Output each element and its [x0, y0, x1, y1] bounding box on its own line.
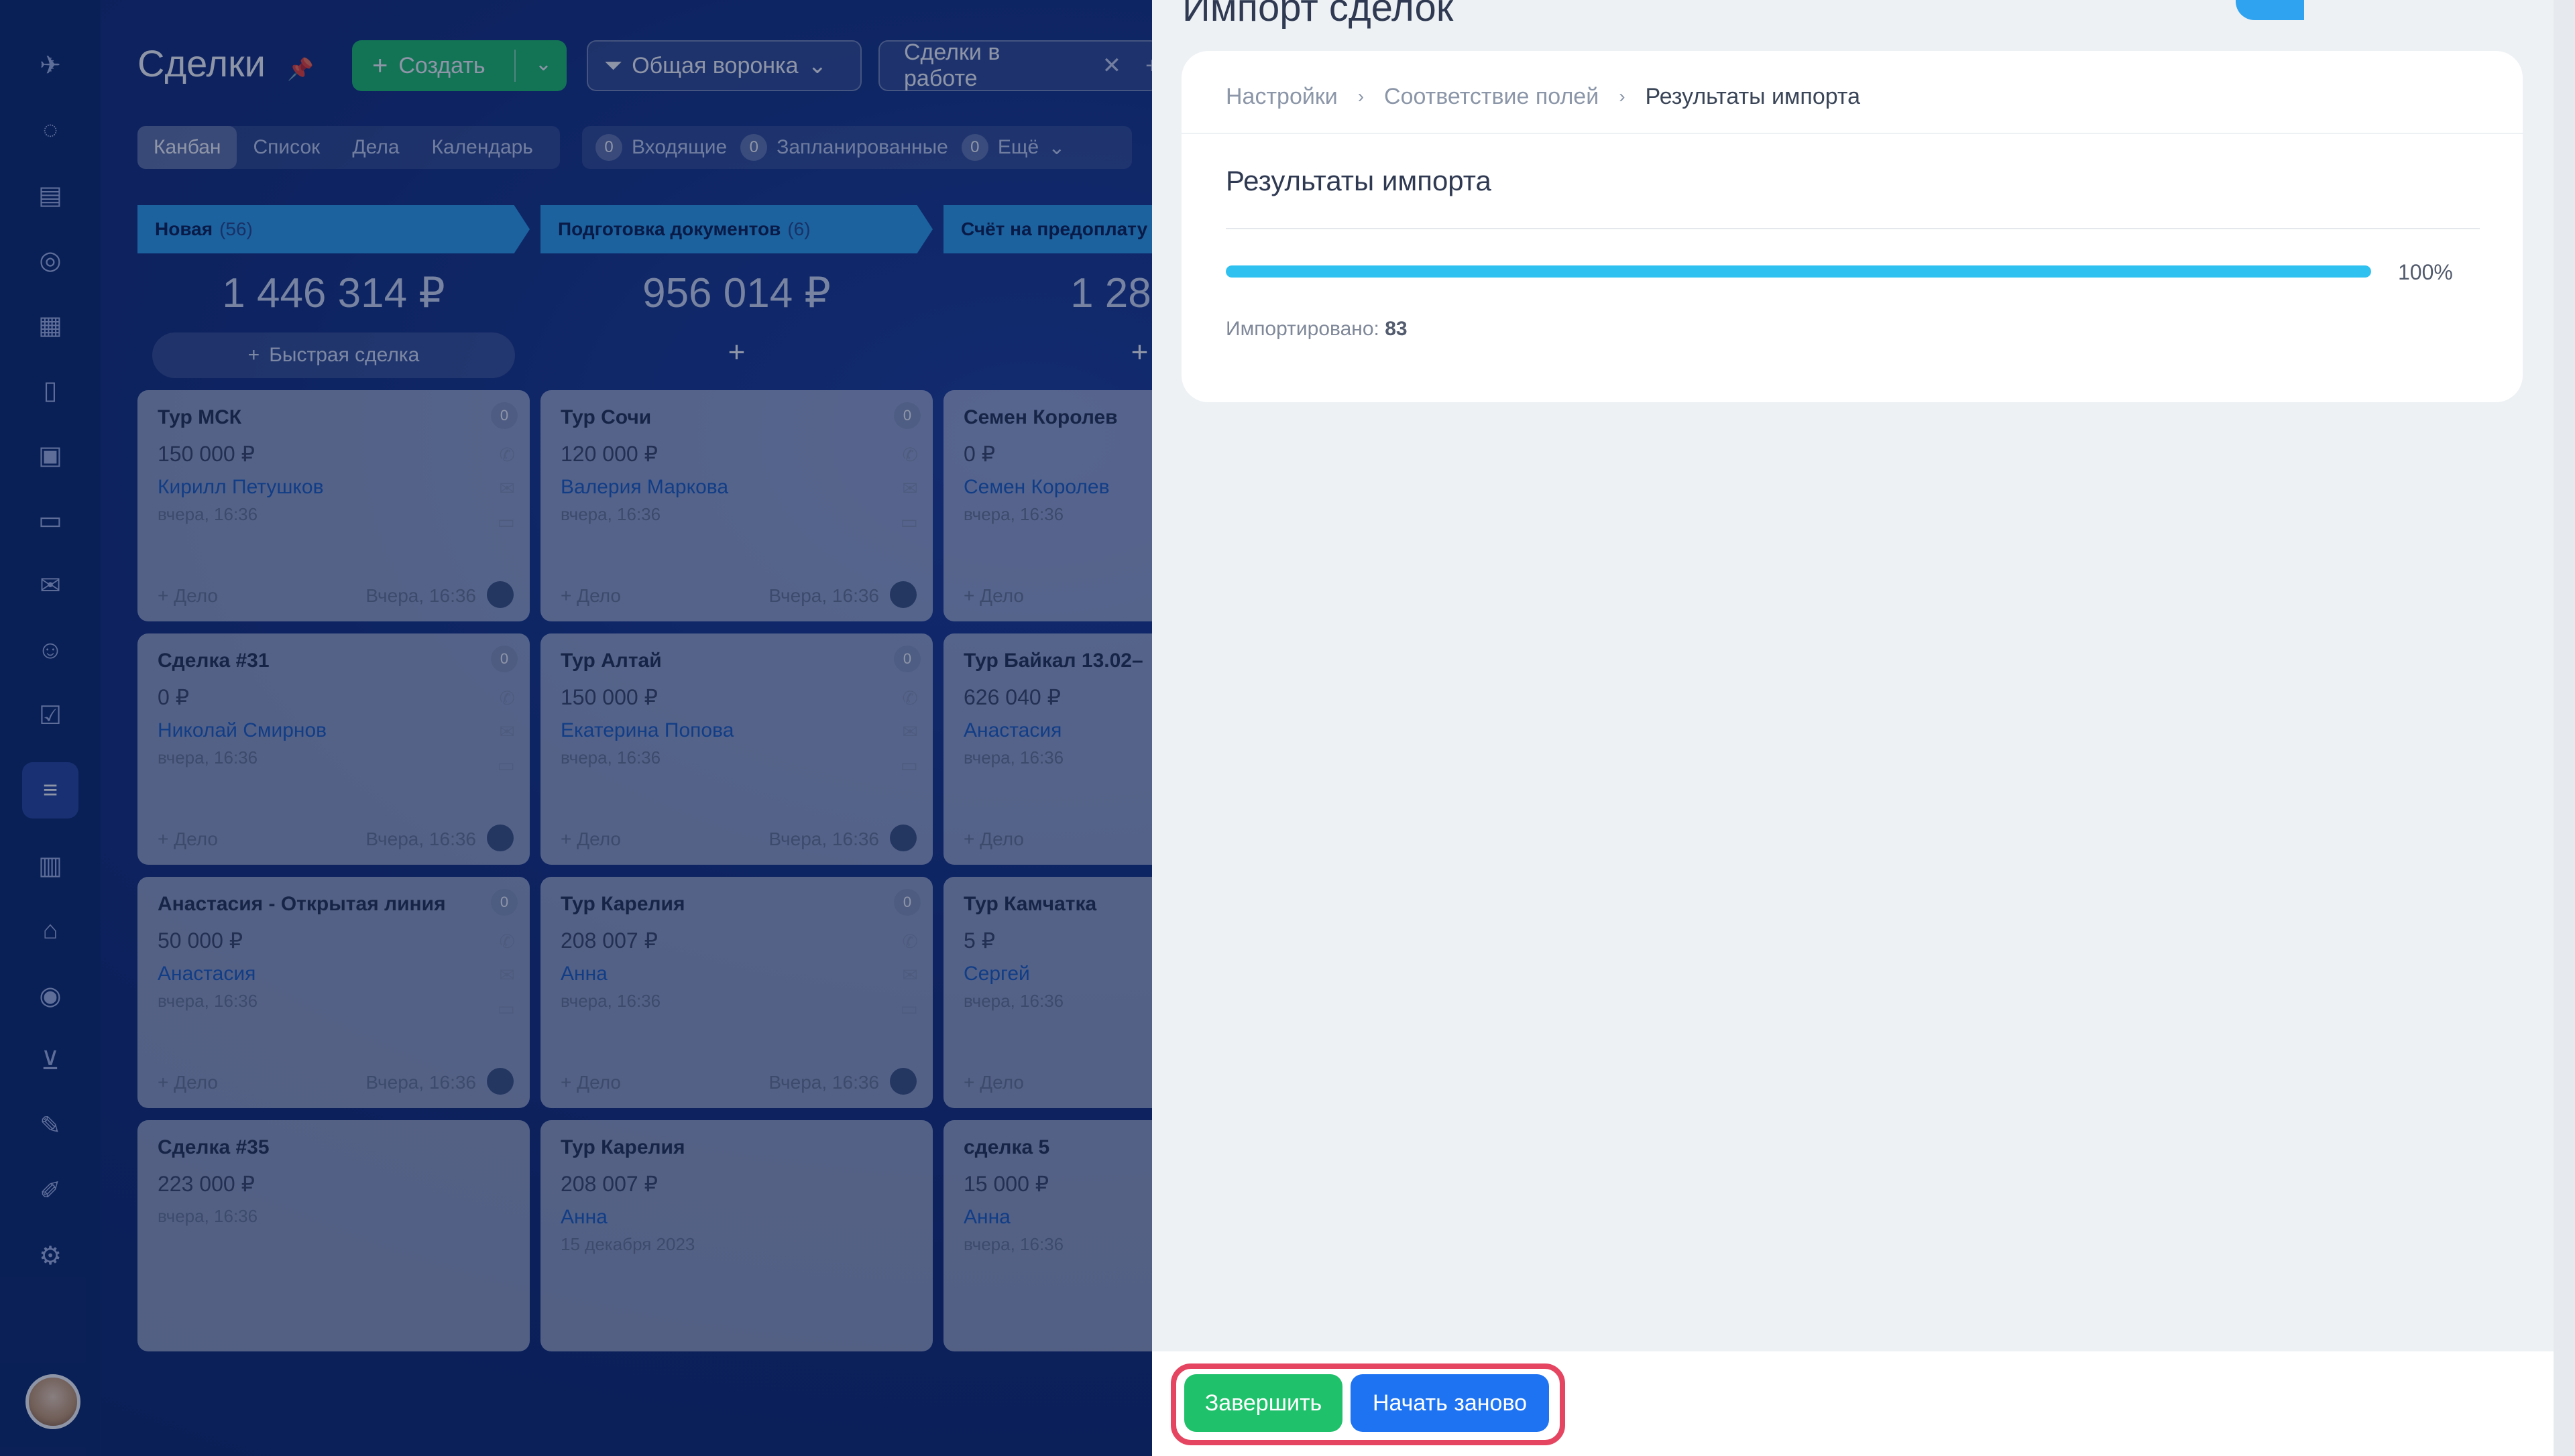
restart-button[interactable]: Начать заново [1351, 1374, 1549, 1432]
panel-scroll-edge [2554, 0, 2575, 1456]
chevron-right-icon: › [1357, 86, 1365, 107]
divider [1226, 228, 2480, 229]
breadcrumb-item-settings[interactable]: Настройки [1226, 84, 1338, 110]
imported-summary: Импортировано: 83 [1226, 318, 1408, 341]
breadcrumb-item-mapping[interactable]: Соответствие полей [1384, 84, 1599, 110]
panel-footer: Завершить Начать заново [1152, 1351, 2554, 1456]
progress-fill [1226, 265, 2371, 278]
breadcrumb-item-results: Результаты импорта [1645, 83, 1860, 109]
overlay-shade[interactable] [0, 0, 1152, 1456]
imported-count: 83 [1385, 318, 1408, 340]
results-card: Настройки › Соответствие полей › Результ… [1182, 51, 2523, 402]
progress-bar [1226, 265, 2371, 278]
close-panel-button[interactable] [2236, 0, 2304, 20]
breadcrumb: Настройки › Соответствие полей › Результ… [1226, 76, 1860, 117]
panel-title: Импорт сделок [1182, 0, 1454, 29]
progress-percent: 100% [2398, 260, 2453, 284]
section-title: Результаты импорта [1226, 165, 1491, 196]
import-panel: Импорт сделок Настройки › Соответствие п… [1152, 0, 2554, 1456]
imported-label: Импортировано: [1226, 318, 1379, 340]
finish-button[interactable]: Завершить [1184, 1374, 1342, 1432]
chevron-right-icon: › [1619, 86, 1625, 107]
divider [1182, 133, 2523, 134]
